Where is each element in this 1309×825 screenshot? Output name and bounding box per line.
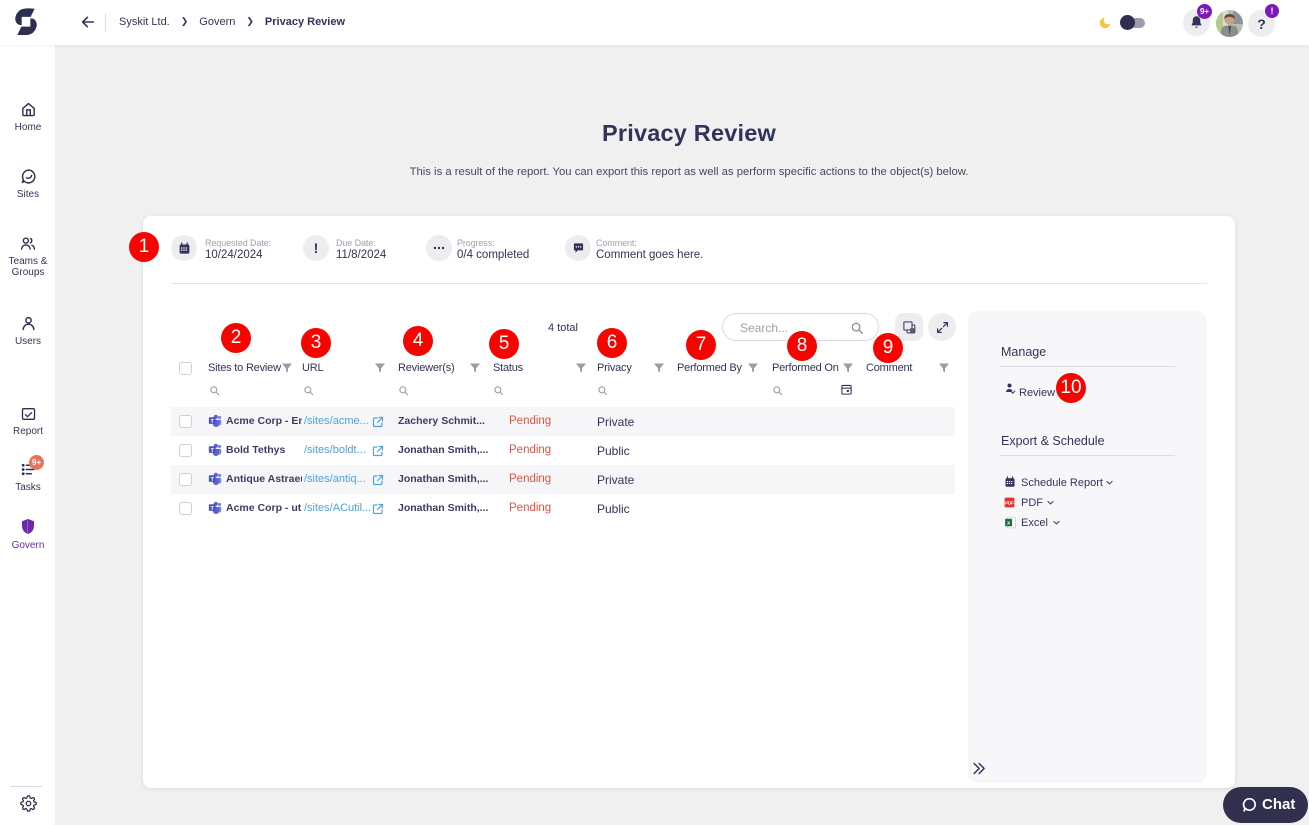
- svg-text:x: x: [1007, 521, 1010, 527]
- svg-text:PDF: PDF: [1005, 500, 1014, 505]
